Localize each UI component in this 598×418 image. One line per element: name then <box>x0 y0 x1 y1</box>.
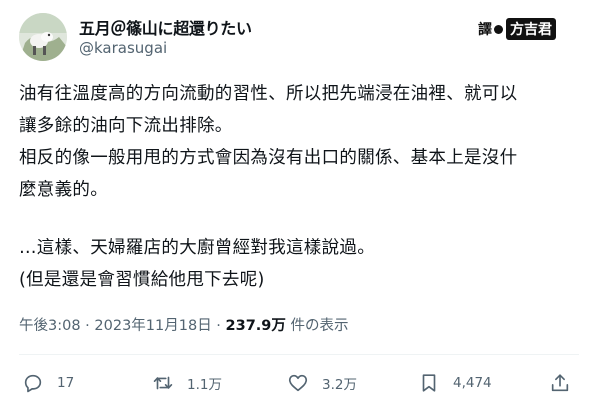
retweet-button[interactable]: 1.1万 <box>152 372 222 394</box>
like-count: 3.2万 <box>322 377 357 393</box>
tweet-line: 讓多餘的油向下流出排除。 <box>19 116 233 136</box>
like-button[interactable]: 3.2万 <box>287 372 357 394</box>
user-handle[interactable]: @karasugai <box>79 39 167 57</box>
share-button[interactable] <box>549 372 571 394</box>
reply-count: 17 <box>57 375 75 391</box>
retweet-count: 1.1万 <box>187 377 222 393</box>
reply-icon <box>24 374 42 393</box>
watermark-label: 譯 <box>478 22 492 38</box>
tweet-line: …這樣、天婦羅店的大廚曾經對我這樣說過。 <box>19 238 375 258</box>
tweet-date[interactable]: 2023年11月18日 <box>94 318 211 334</box>
tweet-line: 油有往溫度高的方向流動的習性、所以把先端浸在油裡、就可以 <box>19 84 518 104</box>
tweet-line: (但是還是會習慣給他甩下去呢) <box>19 270 265 290</box>
meta-separator: · <box>211 318 226 334</box>
display-name[interactable]: 五月＠篠山に超還りたい <box>79 15 252 39</box>
reply-button[interactable]: 17 <box>22 372 74 394</box>
retweet-icon <box>153 376 173 390</box>
heart-icon <box>288 374 308 392</box>
bookmark-count: 4,474 <box>453 375 492 391</box>
tweet-time[interactable]: 午後3:08 <box>19 318 81 334</box>
avatar[interactable] <box>19 13 67 61</box>
translator-watermark: 譯 方吉君 <box>478 16 556 42</box>
action-bar: 17 1.1万 3.2万 4,474 <box>22 372 578 402</box>
tweet-line: 麼意義的。 <box>19 180 108 200</box>
tweet-meta: 午後3:08 · 2023年11月18日 · 237.9万 件の表示 <box>19 314 349 335</box>
meta-separator: · <box>80 318 95 334</box>
watermark-name: 方吉君 <box>506 18 556 40</box>
bookmark-icon <box>422 374 436 392</box>
divider <box>19 354 579 355</box>
share-icon <box>551 374 569 392</box>
view-count[interactable]: 237.9万 <box>226 318 286 334</box>
bookmark-button[interactable]: 4,474 <box>418 372 492 394</box>
watermark-dot <box>494 24 503 34</box>
view-count-label: 件の表示 <box>285 318 349 334</box>
tweet-text: 油有往溫度高的方向流動的習性、所以把先端浸在油裡、就可以 讓多餘的油向下流出排除… <box>19 78 589 296</box>
avatar-image <box>19 13 67 61</box>
tweet-line: 相反的像一般用甩的方式會因為沒有出口的關係、基本上是沒什 <box>19 148 518 168</box>
